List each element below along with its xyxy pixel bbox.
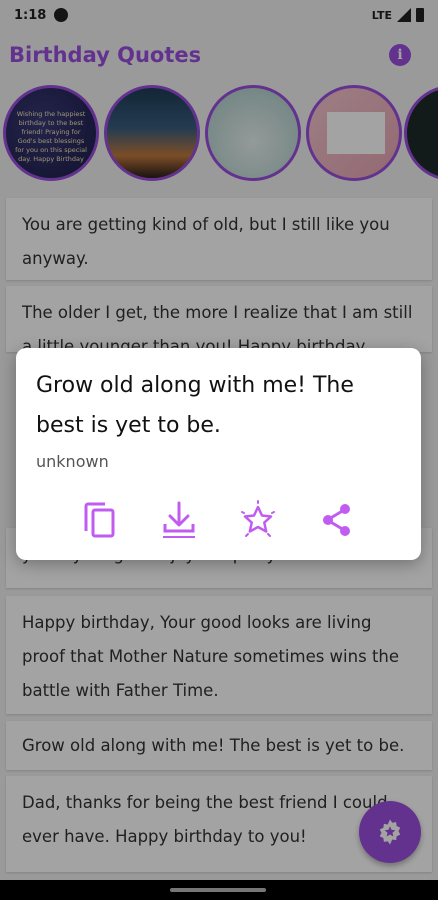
share-icon — [323, 504, 351, 536]
navigation-bar — [0, 880, 438, 900]
copy-button[interactable] — [80, 500, 120, 540]
download-button[interactable] — [159, 500, 199, 540]
favorite-icon — [241, 500, 276, 537]
share-button[interactable] — [317, 500, 357, 540]
home-handle[interactable] — [170, 888, 266, 892]
quote-dialog: Grow old along with me! The best is yet … — [16, 348, 421, 560]
download-icon — [162, 501, 195, 538]
copy-icon — [84, 502, 115, 538]
dialog-actions — [16, 500, 421, 540]
dialog-quote: Grow old along with me! The best is yet … — [36, 373, 354, 438]
dialog-author: unknown — [36, 452, 109, 471]
favorite-button[interactable] — [238, 500, 278, 540]
